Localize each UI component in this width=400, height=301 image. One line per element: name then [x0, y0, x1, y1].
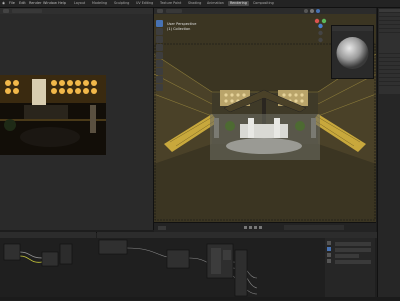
viewport-toolbar — [156, 20, 164, 110]
pan-icon — [318, 37, 323, 43]
menu-render[interactable]: Render — [29, 1, 41, 6]
outliner-header — [379, 8, 400, 13]
node-box — [234, 249, 248, 297]
play-icon[interactable] — [254, 226, 257, 229]
viewport-info: User Perspective (1) Collection — [167, 22, 196, 31]
shading-solid-icon[interactable] — [304, 9, 308, 13]
shading-material-icon[interactable] — [310, 9, 314, 13]
measure-icon[interactable] — [156, 68, 163, 75]
properties-tabs — [327, 241, 331, 291]
collection-name: (1) Collection — [167, 26, 191, 31]
outliner-item[interactable] — [379, 16, 400, 21]
outliner-item[interactable] — [379, 61, 400, 66]
node-box — [166, 249, 190, 269]
menu-edit[interactable]: Edit — [19, 1, 26, 6]
outliner-item[interactable] — [379, 12, 400, 17]
cursor-icon[interactable] — [156, 20, 163, 27]
menu-file[interactable]: File — [9, 1, 15, 6]
render-preview-image — [0, 75, 106, 155]
node-socket-column — [223, 250, 231, 260]
property-field[interactable] — [335, 242, 371, 246]
frame-range-fields[interactable] — [284, 225, 344, 230]
render-props-icon[interactable] — [327, 241, 331, 245]
outliner-item[interactable] — [379, 86, 400, 90]
tab-sculpting[interactable]: Sculpting — [112, 1, 131, 6]
hdri-sphere-image — [336, 37, 369, 69]
outliner-item[interactable] — [379, 65, 400, 70]
x-axis-icon — [314, 18, 320, 24]
left-node-canvas[interactable] — [0, 238, 96, 298]
tab-animation[interactable]: Animation — [205, 1, 226, 6]
object-props-icon[interactable] — [327, 253, 331, 257]
camera-icon[interactable] — [156, 76, 163, 83]
world-props-icon[interactable] — [327, 247, 331, 251]
navigation-gizmo[interactable] — [311, 16, 331, 46]
shading-rendered-icon[interactable] — [316, 9, 320, 13]
outliner-item[interactable] — [379, 33, 400, 37]
tab-uv-editing[interactable]: UV Editing — [134, 1, 155, 6]
jump-end-icon[interactable] — [259, 226, 262, 229]
editor-type-icon[interactable] — [3, 9, 9, 13]
outliner-panel[interactable] — [377, 8, 400, 300]
tab-texture-paint[interactable]: Texture Paint — [158, 1, 183, 6]
annotate-icon[interactable] — [156, 60, 163, 67]
blender-logo-icon[interactable]: ◉ — [2, 1, 5, 6]
hdri-preview-panel[interactable] — [331, 25, 374, 79]
timeline-menu[interactable] — [158, 226, 166, 230]
mode-selector[interactable] — [166, 9, 182, 13]
outliner-item[interactable] — [379, 73, 400, 78]
properties-panel — [325, 238, 375, 298]
menu-window[interactable]: Window — [43, 1, 57, 6]
transform-icon[interactable] — [156, 52, 163, 59]
image-editor-header — [0, 8, 153, 14]
node-box — [3, 243, 21, 261]
tab-compositing[interactable]: Compositing — [251, 1, 276, 6]
node-box — [41, 251, 59, 267]
outliner-item[interactable] — [379, 69, 400, 74]
outliner-item[interactable] — [379, 78, 400, 82]
outliner-item[interactable] — [379, 41, 400, 45]
outliner-item[interactable] — [379, 25, 400, 29]
outliner-item[interactable] — [379, 37, 400, 41]
tab-layout[interactable]: Layout — [72, 1, 87, 6]
node-socket-column — [211, 248, 221, 274]
z-axis-icon — [318, 23, 323, 29]
play-reverse-icon[interactable] — [249, 226, 252, 229]
outliner-item[interactable] — [379, 49, 400, 53]
node-editor-canvas[interactable] — [97, 238, 325, 298]
property-field[interactable] — [335, 248, 371, 252]
outliner-item[interactable] — [379, 82, 400, 86]
outliner-item[interactable] — [379, 57, 400, 62]
jump-start-icon[interactable] — [244, 226, 247, 229]
light-icon[interactable] — [156, 84, 163, 91]
node-box — [98, 239, 128, 255]
property-field[interactable] — [335, 260, 371, 264]
tab-rendering[interactable]: Rendering — [228, 1, 249, 6]
node-box — [59, 243, 73, 265]
outliner-item[interactable] — [379, 90, 400, 94]
tab-shading[interactable]: Shading — [186, 1, 203, 6]
outliner-item[interactable] — [379, 45, 400, 49]
rotate-icon[interactable] — [156, 36, 163, 43]
property-field[interactable] — [335, 254, 359, 258]
move-icon[interactable] — [156, 28, 163, 35]
menu-help[interactable]: Help — [58, 1, 66, 6]
image-selector[interactable] — [12, 9, 42, 13]
zoom-icon — [318, 30, 323, 36]
material-props-icon[interactable] — [327, 259, 331, 263]
scale-icon[interactable] — [156, 44, 163, 51]
view-name: User Perspective — [167, 22, 197, 26]
y-axis-icon — [321, 18, 327, 24]
outliner-item[interactable] — [379, 53, 400, 57]
editor-type-icon[interactable] — [157, 9, 163, 13]
tab-modeling[interactable]: Modeling — [90, 1, 109, 6]
top-menu-bar: ◉ File Edit Render Window Help Layout Mo… — [0, 0, 400, 8]
viewport-header — [154, 8, 376, 14]
outliner-item[interactable] — [379, 20, 400, 25]
outliner-item[interactable] — [379, 29, 400, 33]
